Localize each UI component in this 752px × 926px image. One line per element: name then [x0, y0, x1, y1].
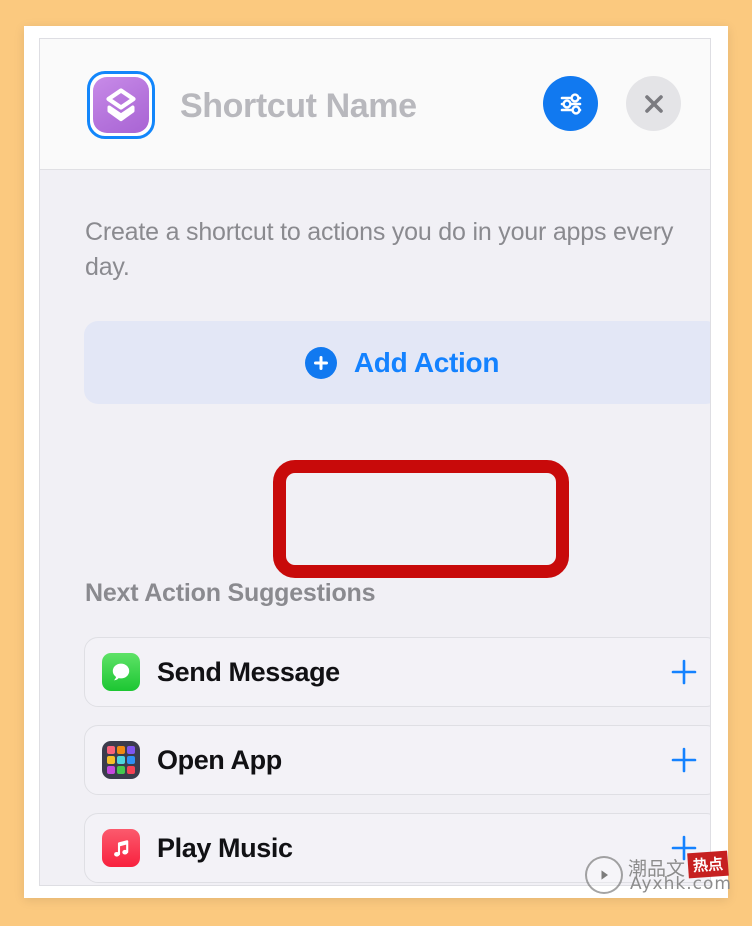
suggestion-list: Send Message Open App Play Music: [84, 637, 710, 885]
list-item-label: Send Message: [157, 656, 340, 687]
music-app-icon: [102, 829, 140, 867]
close-x-icon: [644, 94, 663, 113]
plus-icon[interactable]: [669, 657, 699, 687]
plus-icon[interactable]: [669, 833, 699, 863]
plus-circle-icon: [304, 346, 337, 379]
list-item[interactable]: Open App: [84, 725, 710, 795]
shortcut-icon-selector[interactable]: [87, 71, 155, 139]
list-item-label: Play Music: [157, 832, 293, 863]
list-item[interactable]: Send Message: [84, 637, 710, 707]
red-annotation-box: [273, 460, 569, 578]
add-action-label: Add Action: [353, 346, 500, 378]
shortcut-editor-panel: Shortcut Name Create a shortcut to actio…: [39, 38, 711, 886]
list-item[interactable]: Play Music: [84, 813, 710, 883]
plus-icon[interactable]: [669, 745, 699, 775]
next-action-suggestions-title: Next Action Suggestions: [85, 579, 376, 607]
app-grid: [107, 746, 135, 774]
shortcut-settings-button[interactable]: [543, 76, 598, 131]
description-text: Create a shortcut to actions you do in y…: [85, 218, 674, 281]
shortcut-app-icon: [93, 77, 149, 133]
close-button[interactable]: [626, 76, 681, 131]
editor-header: Shortcut Name: [40, 39, 710, 170]
shortcut-name-title[interactable]: Shortcut Name: [180, 87, 417, 126]
add-action-button[interactable]: Add Action: [84, 321, 710, 404]
shortcut-editor-card: Shortcut Name Create a shortcut to actio…: [24, 26, 728, 898]
open-app-grid-icon: [102, 741, 140, 779]
editor-body: Create a shortcut to actions you do in y…: [40, 170, 710, 885]
list-item-label: Open App: [157, 744, 282, 775]
sliders-icon: [560, 92, 581, 115]
messages-app-icon: [102, 653, 140, 691]
